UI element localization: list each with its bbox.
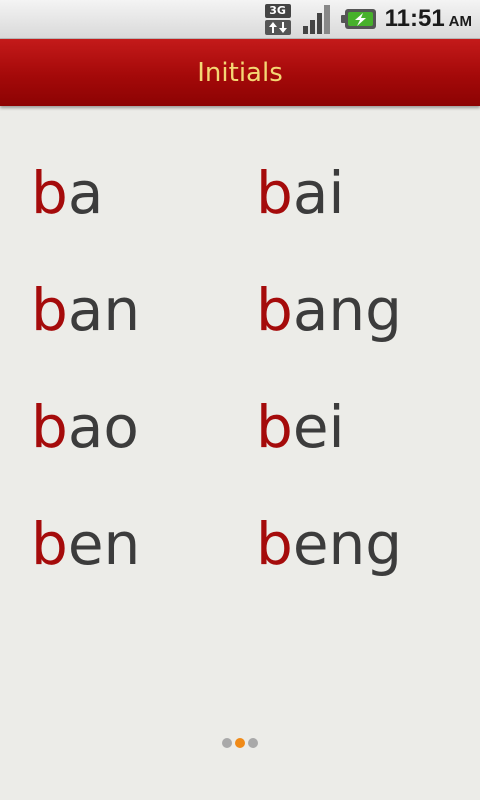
syllable-initial: b xyxy=(31,510,68,578)
syllable-initial: b xyxy=(256,393,293,461)
page-title: Initials xyxy=(197,57,283,88)
status-bar: 3G 11:51 AM xyxy=(0,0,480,39)
clock-ampm: AM xyxy=(448,13,472,30)
page-dot-2-active[interactable] xyxy=(235,738,245,748)
syllable-initial: b xyxy=(256,510,293,578)
syllable-final: en xyxy=(67,510,141,578)
syllable-initial: b xyxy=(31,159,68,227)
syllable-final: an xyxy=(67,276,141,344)
syllable-initial: b xyxy=(31,276,68,344)
syllable-final: ei xyxy=(292,393,345,461)
syllable-initial: b xyxy=(256,159,293,227)
page-indicator xyxy=(0,738,480,748)
network-3g-icon: 3G xyxy=(263,3,293,35)
syllable-final: ao xyxy=(67,393,139,461)
syllable-item[interactable]: ba xyxy=(31,164,103,222)
syllable-final: ai xyxy=(292,159,345,227)
syllable-final: ang xyxy=(292,276,402,344)
syllable-item[interactable]: bao xyxy=(31,398,139,456)
page-dot-3[interactable] xyxy=(248,738,258,748)
syllable-item[interactable]: beng xyxy=(256,515,402,573)
clock-time: 11:51 xyxy=(384,5,445,32)
battery-charging-icon xyxy=(340,9,376,29)
data-arrows-icon xyxy=(264,20,291,35)
syllable-item[interactable]: bai xyxy=(256,164,344,222)
syllable-item[interactable]: bei xyxy=(256,398,345,456)
syllable-final: a xyxy=(67,159,104,227)
status-icons: 3G 11:51 AM xyxy=(263,0,472,38)
title-bar: Initials xyxy=(0,39,480,106)
syllable-final: eng xyxy=(292,510,403,578)
clock: 11:51 AM xyxy=(385,5,472,33)
syllable-item[interactable]: ben xyxy=(31,515,140,573)
syllable-item[interactable]: ban xyxy=(31,281,140,339)
syllable-initial: b xyxy=(256,276,293,344)
page-dot-1[interactable] xyxy=(222,738,232,748)
network-label: 3G xyxy=(264,4,291,18)
syllable-initial: b xyxy=(31,393,68,461)
syllable-item[interactable]: bang xyxy=(256,281,402,339)
signal-strength-icon xyxy=(302,5,330,34)
